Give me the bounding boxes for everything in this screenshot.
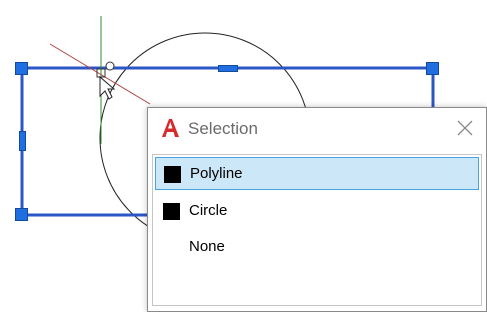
polyline-midpoint-grip-top[interactable]	[218, 65, 238, 72]
dialog-title-bar[interactable]: Selection	[148, 108, 486, 150]
autocad-logo-icon	[161, 118, 179, 138]
polyline-corner-grip-bottom-left[interactable]	[15, 208, 28, 221]
color-swatch	[164, 166, 181, 183]
polyline-corner-grip-top-left[interactable]	[15, 62, 28, 75]
dialog-title: Selection	[188, 119, 258, 138]
list-item-label: None	[189, 238, 225, 255]
polyline-midpoint-grip-left[interactable]	[19, 131, 26, 151]
selection-list[interactable]: Polyline Circle None	[152, 154, 482, 306]
arrow-cursor-icon	[99, 75, 116, 100]
color-swatch	[163, 203, 180, 220]
list-item-label: Circle	[189, 202, 228, 219]
close-icon[interactable]	[454, 117, 476, 139]
list-item-label: Polyline	[190, 165, 243, 182]
list-item-polyline[interactable]: Polyline	[155, 157, 479, 190]
list-item-circle[interactable]: Circle	[155, 195, 479, 228]
polyline-corner-grip-top-right[interactable]	[426, 62, 439, 75]
snap-marker	[105, 61, 115, 71]
list-item-none[interactable]: None	[155, 231, 479, 264]
selection-dialog: Selection Polyline Circle None	[147, 107, 487, 312]
